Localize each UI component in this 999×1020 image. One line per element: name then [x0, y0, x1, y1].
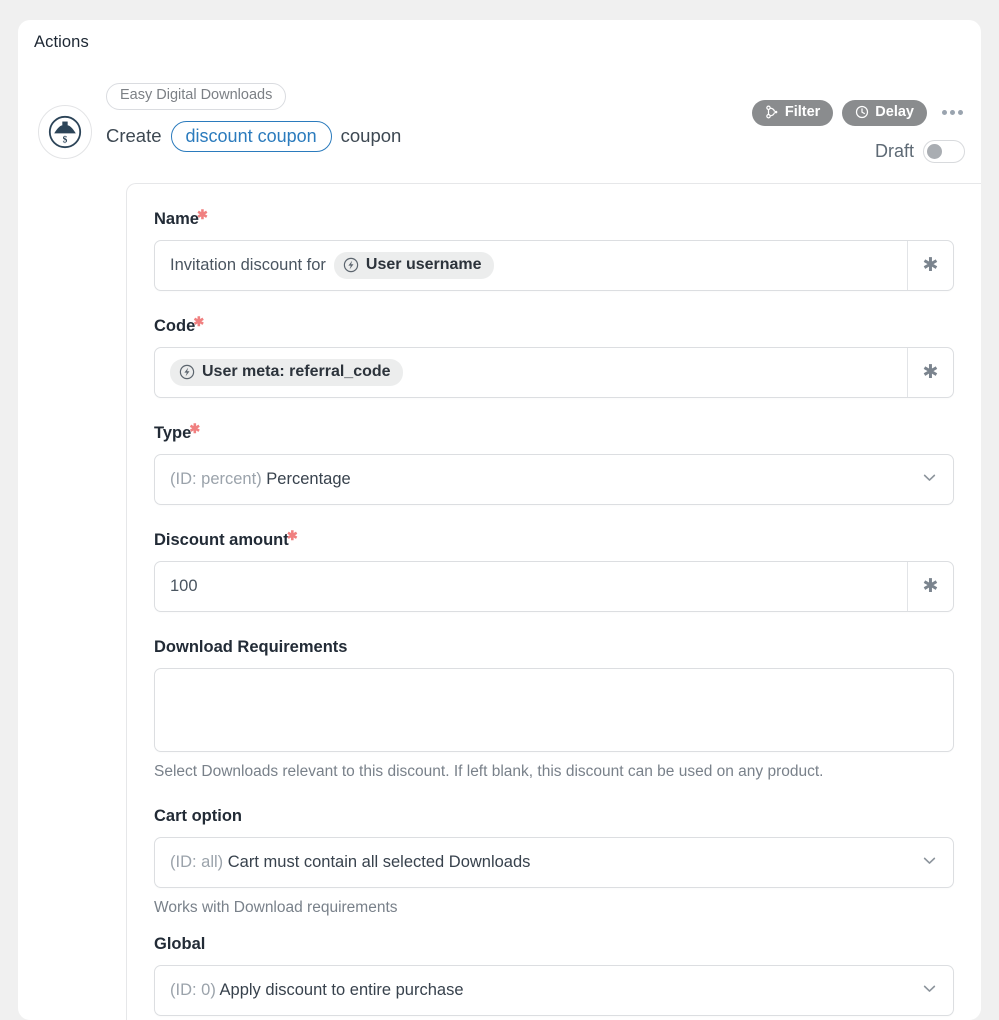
- label-text: Discount amount: [154, 531, 289, 549]
- option-label: Apply discount to entire purchase: [220, 981, 464, 999]
- download-requirements-input[interactable]: [154, 668, 954, 752]
- action-verb: Create: [106, 125, 162, 147]
- filter-label: Filter: [785, 105, 820, 120]
- required-asterisk: ✱: [197, 207, 208, 223]
- field-name: Name✱ Invitation discount for User usern…: [154, 210, 954, 291]
- field-global: Global (ID: 0) Apply discount to entire …: [154, 935, 954, 1016]
- discount-amount-value[interactable]: 100: [155, 562, 907, 611]
- dot: [942, 110, 947, 115]
- delay-label: Delay: [875, 105, 914, 120]
- option-label: Percentage: [266, 470, 350, 488]
- global-select[interactable]: (ID: 0) Apply discount to entire purchas…: [154, 965, 954, 1016]
- action-object: coupon: [341, 125, 402, 147]
- download-requirements-help: Select Downloads relevant to this discou…: [154, 763, 954, 781]
- field-type: Type✱ (ID: percent) Percentage: [154, 424, 954, 505]
- chevron-down-icon[interactable]: [921, 469, 938, 491]
- draft-toggle[interactable]: [923, 140, 965, 163]
- merge-tag-label: User username: [366, 256, 482, 274]
- option-label: Cart must contain all selected Downloads: [228, 853, 531, 871]
- field-download-requirements: Download Requirements Select Downloads r…: [154, 638, 954, 781]
- action-trigger-pill[interactable]: discount coupon: [171, 121, 332, 152]
- type-select[interactable]: (ID: percent) Percentage: [154, 454, 954, 505]
- asterisk-icon[interactable]: ✱: [907, 348, 953, 397]
- field-label: Code✱: [154, 317, 195, 336]
- merge-tag-icon: [343, 257, 359, 273]
- cart-option-help: Works with Download requirements: [154, 899, 954, 917]
- field-label: Global: [154, 935, 205, 954]
- field-label: Cart option: [154, 807, 242, 826]
- merge-tag-token[interactable]: User meta: referral_code: [170, 359, 403, 386]
- required-asterisk: ✱: [193, 314, 204, 330]
- label-text: Global: [154, 935, 205, 953]
- dot: [950, 110, 955, 115]
- asterisk-icon[interactable]: ✱: [907, 562, 953, 611]
- name-input-text: Invitation discount for: [170, 256, 326, 275]
- actions-panel: Actions $ Easy Digital Downloads Create …: [18, 20, 981, 1020]
- merge-tag-icon: [179, 364, 195, 380]
- easy-digital-downloads-logo-icon: $: [38, 105, 92, 159]
- svg-text:$: $: [63, 134, 68, 145]
- action-form: Name✱ Invitation discount for User usern…: [126, 183, 981, 1020]
- required-asterisk: ✱: [287, 528, 298, 544]
- name-input-content[interactable]: Invitation discount for User username: [155, 241, 907, 290]
- field-discount-amount: Discount amount✱ 100 ✱: [154, 531, 954, 612]
- label-text: Cart option: [154, 807, 242, 825]
- label-text: Name: [154, 210, 199, 228]
- draft-label: Draft: [875, 141, 914, 162]
- discount-amount-input[interactable]: 100 ✱: [154, 561, 954, 612]
- page-title: Actions: [34, 33, 89, 52]
- code-input[interactable]: User meta: referral_code ✱: [154, 347, 954, 398]
- asterisk-icon[interactable]: ✱: [907, 241, 953, 290]
- action-sentence: Create discount coupon coupon: [106, 121, 967, 152]
- toggle-knob: [927, 144, 942, 159]
- required-asterisk: ✱: [189, 421, 200, 437]
- cart-option-value: (ID: all) Cart must contain all selected…: [170, 853, 530, 872]
- field-cart-option: Cart option (ID: all) Cart must contain …: [154, 807, 954, 917]
- field-label: Name✱: [154, 210, 199, 229]
- more-options-icon[interactable]: [936, 104, 965, 121]
- delay-button[interactable]: Delay: [842, 100, 927, 126]
- draft-control: Draft: [875, 140, 965, 163]
- name-input[interactable]: Invitation discount for User username ✱: [154, 240, 954, 291]
- chevron-down-icon[interactable]: [921, 980, 938, 1002]
- dot: [958, 110, 963, 115]
- label-text: Type: [154, 424, 191, 442]
- label-text: Code: [154, 317, 195, 335]
- field-code: Code✱ User meta: referral_code ✱: [154, 317, 954, 398]
- action-toolbar: Filter Delay: [752, 100, 965, 126]
- field-label: Discount amount✱: [154, 531, 289, 550]
- label-text: Download Requirements: [154, 638, 347, 656]
- chevron-down-icon[interactable]: [921, 852, 938, 874]
- field-label: Download Requirements: [154, 638, 347, 657]
- option-id: (ID: 0): [170, 981, 216, 999]
- clock-icon: [855, 105, 869, 119]
- filter-button[interactable]: Filter: [752, 100, 833, 126]
- global-value: (ID: 0) Apply discount to entire purchas…: [170, 981, 464, 1000]
- cart-option-select[interactable]: (ID: all) Cart must contain all selected…: [154, 837, 954, 888]
- filter-branch-icon: [765, 105, 779, 119]
- app-name-pill[interactable]: Easy Digital Downloads: [106, 83, 286, 110]
- option-id: (ID: percent): [170, 470, 262, 488]
- merge-tag-label: User meta: referral_code: [202, 363, 391, 381]
- field-label: Type✱: [154, 424, 191, 443]
- type-select-value: (ID: percent) Percentage: [170, 470, 351, 489]
- code-input-content[interactable]: User meta: referral_code: [155, 348, 907, 397]
- merge-tag-token[interactable]: User username: [334, 252, 494, 279]
- option-id: (ID: all): [170, 853, 223, 871]
